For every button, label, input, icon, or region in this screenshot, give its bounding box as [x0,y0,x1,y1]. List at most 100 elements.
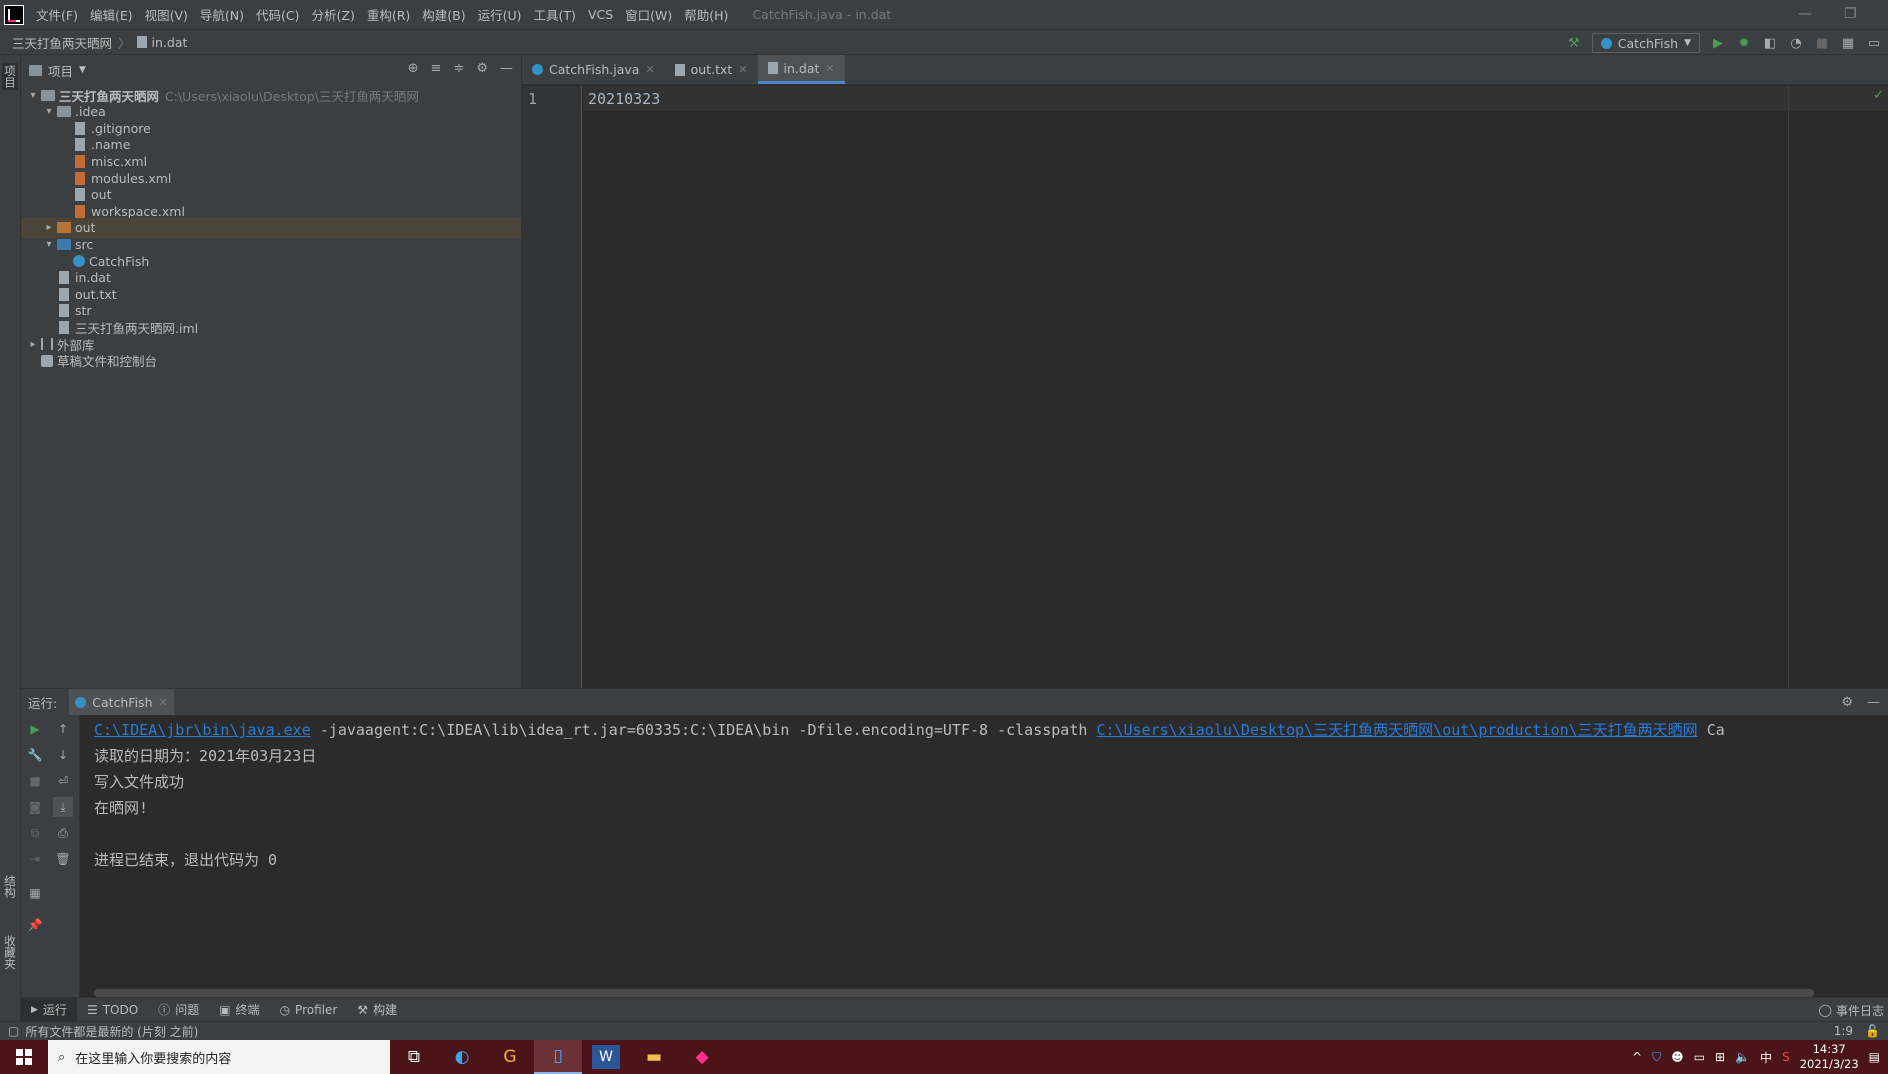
close-icon[interactable]: ✕ [645,63,654,76]
breadcrumb-file[interactable]: in.dat [152,35,188,50]
chevron-down-icon[interactable]: ▾ [43,106,55,117]
shield-icon[interactable]: ⛉ [1652,1050,1661,1065]
soft-wrap-icon[interactable]: ⏎ [53,771,73,791]
layout-icon[interactable]: ▭ [1866,35,1882,51]
tree-item[interactable]: 草稿文件和控制台 [21,351,521,371]
edge-icon[interactable]: ◐ [438,1040,486,1074]
menu-refactor[interactable]: 重构(R) [361,5,416,24]
chevron-right-icon[interactable]: ▸ [27,339,39,350]
caret-position[interactable]: 1:9 [1834,1024,1853,1038]
rerun-icon[interactable]: ▶ [25,719,45,739]
collapse-all-icon[interactable]: ≑ [453,61,464,76]
menu-edit[interactable]: 编辑(E) [84,5,139,24]
menu-help[interactable]: 帮助(H) [678,5,734,24]
volume-icon[interactable]: 🔈 [1735,1050,1750,1064]
project-structure-icon[interactable]: ▦ [1840,35,1856,51]
thread-dump-icon[interactable]: ⧉ [25,823,45,843]
restore-icon[interactable]: ❐ [1844,6,1857,22]
intellij-icon[interactable]: ◆ [678,1040,726,1074]
sogou-icon[interactable]: S [1782,1050,1790,1064]
project-tool-button[interactable]: 项目 [2,63,18,90]
gear-icon[interactable]: ⚙ [1841,695,1853,710]
arrow-up-icon[interactable]: ↑ [53,719,73,739]
pin-icon[interactable]: 📌 [25,915,45,935]
java-exe-link[interactable]: C:\IDEA\jbr\bin\java.exe [94,721,311,739]
menu-run[interactable]: 运行(U) [472,5,528,24]
menu-view[interactable]: 视图(V) [139,5,194,24]
qq-icon[interactable]: ☻ [1671,1050,1684,1064]
lock-icon[interactable]: 🔓 [1865,1024,1880,1038]
favorites-tool-button[interactable]: 收藏夹 [2,935,18,970]
battery-icon[interactable]: ▭ [1694,1050,1705,1064]
gear-icon[interactable]: ⚙ [476,61,488,76]
coverage-icon[interactable]: ◧ [1762,35,1778,51]
menu-code[interactable]: 代码(C) [250,5,305,24]
menu-file[interactable]: 文件(F) [30,5,84,24]
run-tab-catchfish[interactable]: CatchFish ✕ [69,688,174,716]
run-icon[interactable]: ▶ [1710,35,1726,51]
stop-icon[interactable]: ■ [25,771,45,791]
expand-all-icon[interactable]: ≡ [431,61,442,76]
profiler-tool-button[interactable]: ◷ Profiler [270,998,348,1022]
breadcrumb-project[interactable]: 三天打鱼两天晒网 [12,33,112,52]
run-tool-button[interactable]: ▶ 运行 [21,997,77,1022]
network-icon[interactable]: ⊞ [1715,1050,1725,1064]
classpath-link[interactable]: C:\Users\xiaolu\Desktop\三天打鱼两天晒网\out\pro… [1096,721,1697,739]
trash-icon[interactable]: 🗑 [53,849,73,869]
hide-icon[interactable]: — [1867,695,1880,710]
close-icon[interactable]: ✕ [159,696,168,709]
inspection-ok-icon[interactable]: ✓ [1873,88,1884,103]
tab-catchfish-java[interactable]: CatchFish.java ✕ [522,55,665,84]
scroll-to-end-icon[interactable]: ⤓ [53,797,73,817]
horizontal-scrollbar[interactable] [94,989,1814,997]
terminal-tool-button[interactable]: ▣ 终端 [209,998,269,1022]
close-icon[interactable]: ✕ [738,63,747,76]
menu-window[interactable]: 窗口(W) [619,5,678,24]
menu-vcs[interactable]: VCS [582,7,619,22]
hide-icon[interactable]: — [500,61,513,76]
minimize-icon[interactable]: — [1798,6,1812,22]
menu-navigate[interactable]: 导航(N) [194,5,250,24]
close-icon[interactable]: ✕ [825,62,834,75]
print-icon[interactable]: ⎙ [53,823,73,843]
status-icon[interactable]: ▢ [8,1024,19,1038]
chevron-right-icon[interactable]: ▸ [43,222,55,233]
project-panel-title[interactable]: 项目 [48,61,73,80]
chevron-down-icon[interactable]: ▾ [27,90,39,101]
notification-icon[interactable]: ▤ [1869,1050,1880,1064]
camera-icon[interactable]: ◙ [25,797,45,817]
locate-icon[interactable]: ⊕ [408,61,419,76]
task-view-icon[interactable]: ⧉ [390,1040,438,1074]
run-config-selector[interactable]: CatchFish ▼ [1591,33,1700,53]
arrow-down-icon[interactable]: ↓ [53,745,73,765]
start-button[interactable] [0,1040,48,1074]
tab-in-dat[interactable]: in.dat ✕ [757,55,845,84]
build-tool-button[interactable]: ⚒ 构建 [347,998,407,1022]
editor-text-area[interactable]: 20210323 ✓ [583,86,1888,688]
g-app-icon[interactable]: G [486,1040,534,1074]
exit-icon[interactable]: ⇥ [25,849,45,869]
word-icon[interactable]: W [592,1045,620,1069]
menu-analyze[interactable]: 分析(Z) [306,5,361,24]
run-console[interactable]: C:\IDEA\jbr\bin\java.exe -javaagent:C:\I… [80,715,1888,997]
structure-tool-button[interactable]: 结构 [2,875,18,898]
ime-indicator[interactable]: 中 [1760,1049,1772,1066]
file-explorer-icon[interactable]: ▬ [630,1040,678,1074]
event-log-button[interactable]: ◯ 事件日志 [1819,998,1888,1022]
stop-icon[interactable]: ■ [1814,35,1830,51]
clock[interactable]: 14:37 2021/3/23 [1800,1042,1859,1072]
tab-out-txt[interactable]: out.txt ✕ [665,55,758,84]
build-hammer-icon[interactable]: ⚒ [1566,35,1582,51]
menu-build[interactable]: 构建(B) [416,5,471,24]
wrench-icon[interactable]: 🔧 [25,745,45,765]
profile-icon[interactable]: ◔ [1788,35,1804,51]
chevron-down-icon[interactable]: ▼ [79,65,86,75]
tray-chevron-up-icon[interactable]: ^ [1632,1050,1642,1064]
code-line[interactable]: 20210323 [588,90,660,108]
menu-tools[interactable]: 工具(T) [528,5,582,24]
debug-icon[interactable]: ✹ [1736,35,1752,51]
chevron-down-icon[interactable]: ▾ [43,239,55,250]
taskbar-search[interactable]: ⌕ 在这里输入你要搜索的内容 [48,1040,390,1074]
layout-icon[interactable]: ▦ [25,883,45,903]
tablet-app-icon[interactable]: ▯ [534,1040,582,1074]
